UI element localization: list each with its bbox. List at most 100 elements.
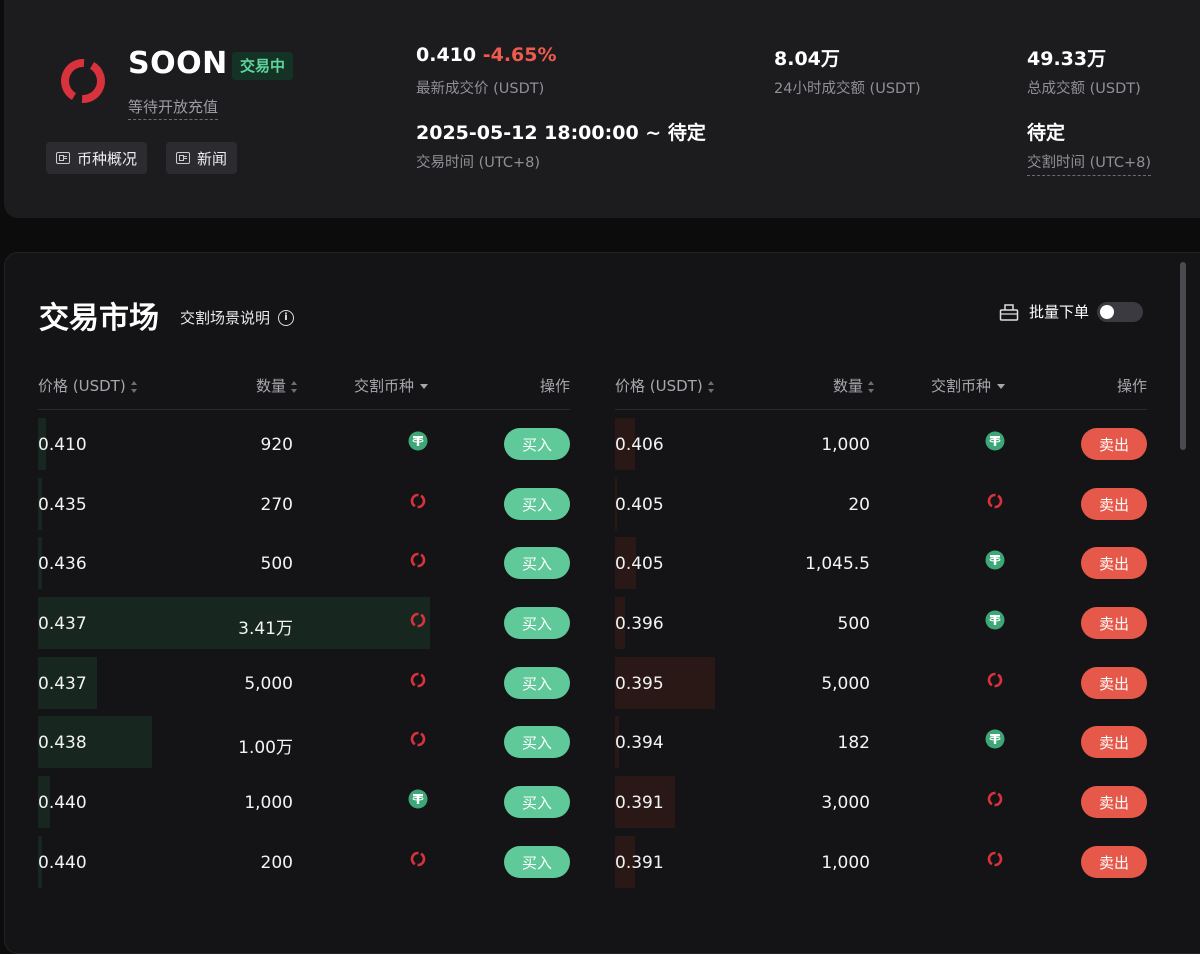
news-button[interactable]: 新闻 bbox=[166, 142, 238, 174]
deposit-status[interactable]: 等待开放充值 bbox=[128, 96, 219, 120]
order-quantity: 500 bbox=[837, 614, 870, 635]
sell-order-row: 0.395 5,000 卖出 bbox=[615, 649, 1147, 709]
trade-time-label: 交易时间 (UTC+8) bbox=[416, 155, 541, 171]
order-quantity: 3,000 bbox=[821, 793, 870, 814]
volume-24h: 8.04万 bbox=[774, 48, 840, 70]
sell-order-row: 0.391 3,000 卖出 bbox=[615, 768, 1147, 829]
sell-button[interactable]: 卖出 bbox=[1081, 487, 1147, 520]
qty-column-header[interactable]: 数量 bbox=[256, 375, 298, 396]
sell-rows: 0.406 1,000 卖出 0.405 20 卖出 0.405 1,045.5 卖出 0.396… bbox=[615, 410, 1147, 888]
sort-icon bbox=[291, 380, 298, 393]
sell-button[interactable]: 卖出 bbox=[1081, 845, 1147, 878]
info-icon[interactable]: i bbox=[278, 309, 295, 326]
buy-button[interactable]: 买入 bbox=[504, 607, 570, 640]
order-quantity: 5,000 bbox=[821, 673, 870, 694]
sell-order-row: 0.406 1,000 卖出 bbox=[615, 410, 1147, 470]
market-title: 交易市场 bbox=[39, 301, 159, 336]
sell-button[interactable]: 卖出 bbox=[1081, 726, 1147, 759]
sell-button[interactable]: 卖出 bbox=[1081, 666, 1147, 699]
buy-button[interactable]: 买入 bbox=[504, 786, 570, 819]
price-change: -4.65% bbox=[482, 44, 557, 66]
price-column-header[interactable]: 价格 (USDT) bbox=[38, 375, 138, 396]
document-icon bbox=[56, 152, 70, 164]
scrollbar-thumb[interactable] bbox=[1180, 262, 1186, 450]
sort-icon bbox=[707, 380, 715, 393]
buy-button[interactable]: 买入 bbox=[504, 487, 570, 520]
soon-icon bbox=[410, 493, 426, 508]
sell-table-header: 价格 (USDT) 数量 交割币种 操作 bbox=[615, 371, 1147, 410]
sell-button[interactable]: 卖出 bbox=[1081, 547, 1147, 580]
price-column-header[interactable]: 价格 (USDT) bbox=[615, 375, 715, 396]
order-price: 0.391 bbox=[615, 793, 664, 814]
soon-icon bbox=[410, 612, 426, 628]
usdt-icon bbox=[985, 550, 1005, 570]
buy-order-row: 0.410 920 买入 bbox=[38, 410, 570, 470]
currency-column-header[interactable]: 交割币种 bbox=[354, 375, 429, 396]
soon-icon bbox=[987, 851, 1003, 867]
delivery-time-label[interactable]: 交割时间 (UTC+8) bbox=[1027, 151, 1152, 176]
usdt-icon bbox=[408, 431, 428, 451]
buy-rows: 0.410 920 买入 0.435 270 买入 0.436 500 买入 0.437 3.41万… bbox=[38, 410, 570, 888]
total-volume: 49.33万 bbox=[1027, 48, 1107, 70]
sell-order-row: 0.396 500 卖出 bbox=[615, 589, 1147, 650]
last-price: 0.410 bbox=[416, 44, 477, 66]
order-quantity: 500 bbox=[260, 554, 293, 575]
soon-icon bbox=[410, 732, 426, 747]
order-quantity: 3.41万 bbox=[238, 619, 293, 640]
usdt-icon bbox=[985, 610, 1005, 630]
news-label: 新闻 bbox=[197, 149, 228, 168]
toggle-knob bbox=[1100, 304, 1115, 319]
order-price: 0.394 bbox=[615, 733, 664, 754]
batch-order-label: 批量下单 bbox=[1029, 303, 1090, 321]
coin-overview-label: 币种概况 bbox=[77, 149, 138, 168]
sort-icon bbox=[130, 380, 138, 393]
order-price: 0.437 bbox=[38, 673, 87, 694]
sell-button[interactable]: 卖出 bbox=[1081, 428, 1147, 460]
buy-button[interactable]: 买入 bbox=[504, 428, 570, 460]
order-quantity: 1.00万 bbox=[238, 738, 293, 759]
buy-order-row: 0.437 3.41万 买入 bbox=[38, 589, 570, 650]
order-price: 0.405 bbox=[615, 494, 664, 515]
last-price-block: 0.410 -4.65% bbox=[416, 44, 557, 66]
sell-button[interactable]: 卖出 bbox=[1081, 786, 1147, 819]
order-price: 0.437 bbox=[38, 614, 87, 635]
sell-order-book: 价格 (USDT) 数量 交割币种 操作 0.406 1,000 卖出 0.405 20… bbox=[615, 371, 1147, 888]
sell-order-row: 0.394 182 卖出 bbox=[615, 708, 1147, 769]
order-quantity: 1,000 bbox=[244, 793, 293, 814]
buy-button[interactable]: 买入 bbox=[504, 845, 570, 878]
last-price-label: 最新成交价 (USDT) bbox=[416, 81, 545, 97]
batch-order-control[interactable]: 批量下单 bbox=[999, 301, 1144, 322]
buy-button[interactable]: 买入 bbox=[504, 666, 570, 699]
currency-column-header[interactable]: 交割币种 bbox=[931, 375, 1006, 396]
order-quantity: 1,000 bbox=[821, 852, 870, 873]
soon-icon bbox=[410, 672, 426, 688]
order-price: 0.410 bbox=[38, 435, 87, 455]
buy-button[interactable]: 买入 bbox=[504, 547, 570, 580]
usdt-icon bbox=[985, 729, 1005, 749]
buy-order-row: 0.438 1.00万 买入 bbox=[38, 708, 570, 769]
order-price: 0.440 bbox=[38, 793, 87, 814]
order-quantity: 920 bbox=[260, 435, 293, 455]
order-price: 0.438 bbox=[38, 733, 87, 754]
buy-button[interactable]: 买入 bbox=[504, 726, 570, 759]
coin-info-card: SOON 交易中 等待开放充值 币种概况 新闻 0.410 -4.65% 最新成… bbox=[4, 0, 1200, 218]
buy-table-header: 价格 (USDT) 数量 交割币种 操作 bbox=[38, 371, 570, 410]
delivery-scene-label: 交割场景说明 bbox=[180, 309, 271, 327]
soon-icon bbox=[987, 791, 1003, 807]
batch-order-toggle[interactable] bbox=[1097, 301, 1144, 322]
trade-time: 2025-05-12 18:00:00 ~ 待定 bbox=[416, 122, 706, 144]
sell-button[interactable]: 卖出 bbox=[1081, 607, 1147, 640]
order-quantity: 270 bbox=[260, 494, 293, 515]
qty-column-header[interactable]: 数量 bbox=[833, 375, 875, 396]
sell-order-row: 0.391 1,000 卖出 bbox=[615, 828, 1147, 888]
action-column-header: 操作 bbox=[539, 377, 570, 395]
order-price: 0.440 bbox=[38, 852, 87, 873]
order-price: 0.435 bbox=[38, 494, 87, 515]
volume-24h-label: 24小时成交额 (USDT) bbox=[774, 81, 921, 97]
delivery-scene-link[interactable]: 交割场景说明 i bbox=[180, 307, 295, 328]
status-badge: 交易中 bbox=[232, 52, 294, 80]
buy-order-row: 0.440 200 买入 bbox=[38, 828, 570, 888]
buy-order-row: 0.437 5,000 买入 bbox=[38, 649, 570, 709]
coin-overview-button[interactable]: 币种概况 bbox=[46, 142, 148, 174]
soon-icon bbox=[410, 851, 426, 867]
